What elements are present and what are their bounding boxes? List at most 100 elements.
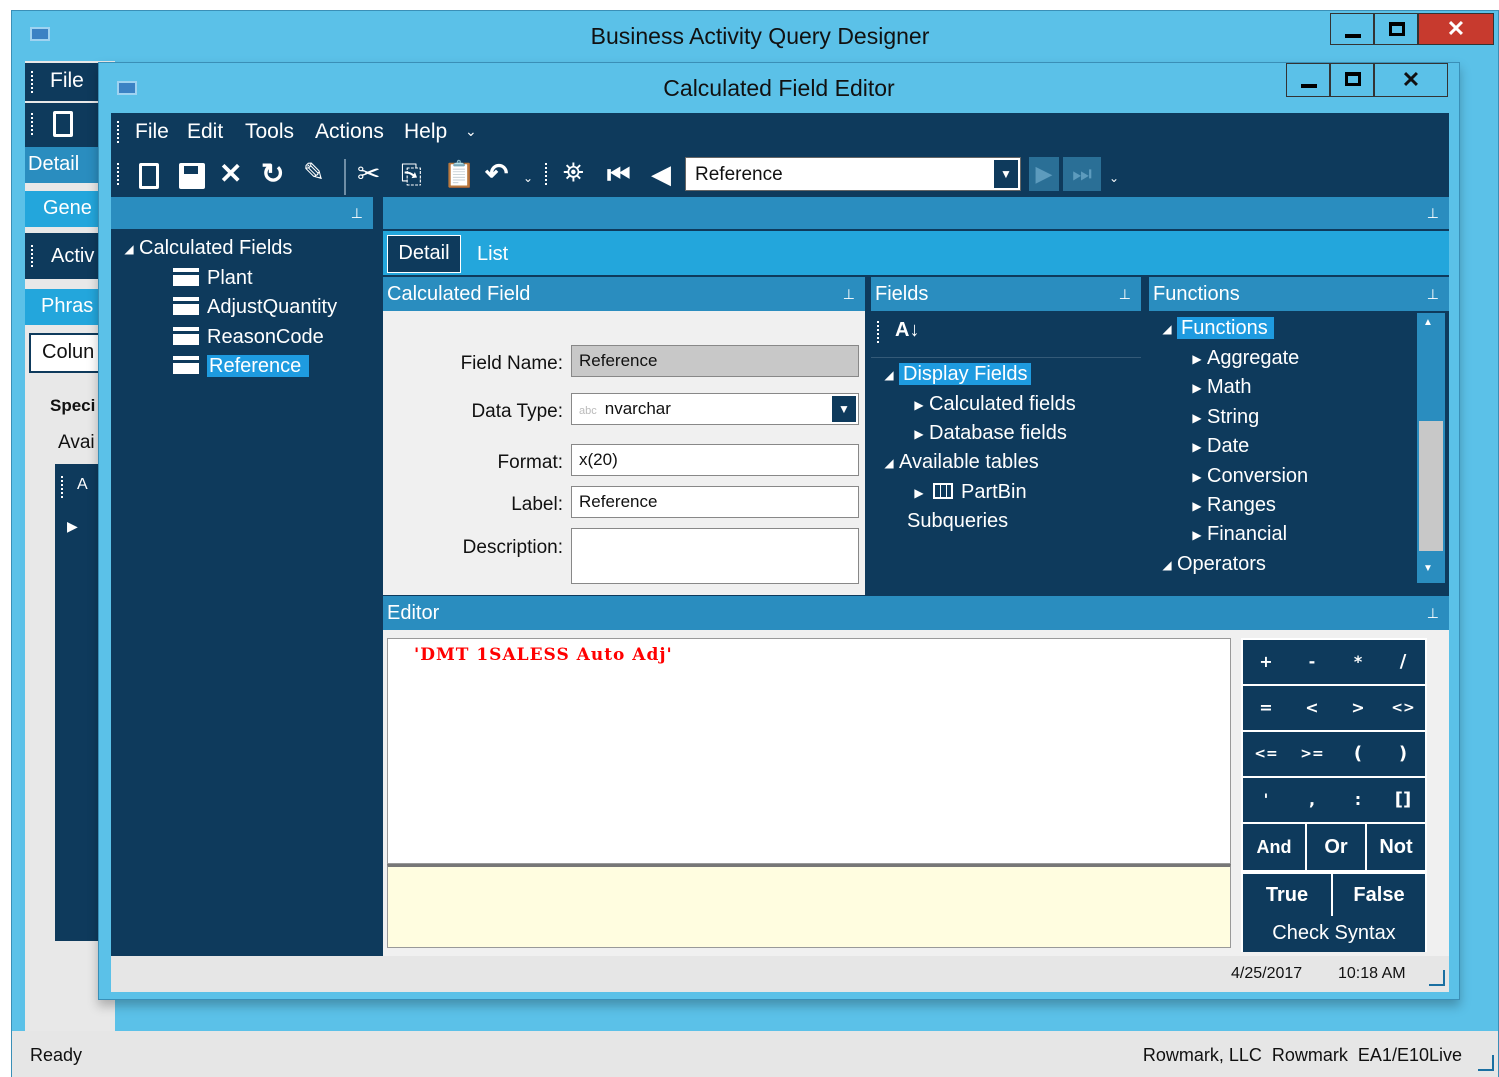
- function-aggregate[interactable]: ▶ Aggregate: [1187, 347, 1299, 370]
- menu-help[interactable]: Help: [404, 120, 447, 144]
- outer-maximize-button[interactable]: [1374, 13, 1418, 45]
- tree-root[interactable]: ◢ Calculated Fields: [119, 237, 292, 260]
- outer-menu-file[interactable]: File: [50, 69, 84, 93]
- key-quote[interactable]: ': [1243, 778, 1289, 822]
- inner-minimize-button[interactable]: [1286, 63, 1330, 97]
- outer-expand-icon[interactable]: ▶: [67, 518, 78, 535]
- fields-subqueries[interactable]: Subqueries: [907, 510, 1008, 533]
- functions-root[interactable]: ◢ Functions: [1157, 317, 1274, 340]
- inner-resize-grip[interactable]: [1429, 970, 1445, 986]
- key-less-equal[interactable]: <=: [1243, 732, 1289, 776]
- clear-icon[interactable]: ✎: [303, 157, 325, 188]
- refresh-icon[interactable]: ↻: [261, 157, 284, 190]
- sort-az-icon[interactable]: A↓: [895, 319, 919, 342]
- tree-pane-pin-icon[interactable]: ⊥: [351, 205, 363, 222]
- new-icon[interactable]: [139, 163, 159, 189]
- functions-operators[interactable]: ◢ Operators: [1157, 553, 1266, 576]
- tree-item-adjustquantity[interactable]: AdjustQuantity: [173, 296, 337, 319]
- collapse-icon[interactable]: ◢: [1157, 558, 1177, 572]
- expand-icon[interactable]: ▶: [1187, 381, 1207, 395]
- key-true[interactable]: True: [1243, 874, 1333, 916]
- function-financial[interactable]: ▶ Financial: [1187, 523, 1287, 546]
- fields-display-fields[interactable]: ◢ Display Fields: [879, 363, 1032, 386]
- outer-tab-phrases[interactable]: Phras: [41, 295, 93, 318]
- menu-edit[interactable]: Edit: [187, 120, 223, 144]
- outer-tab-detail[interactable]: Detail: [28, 153, 79, 176]
- data-type-arrow-icon[interactable]: ▼: [832, 396, 856, 422]
- key-false[interactable]: False: [1333, 874, 1425, 916]
- undo-icon[interactable]: ↶: [485, 157, 508, 190]
- tab-detail[interactable]: Detail: [387, 235, 461, 273]
- key-less-than[interactable]: <: [1289, 686, 1335, 730]
- data-type-select[interactable]: abc nvarchar ▼: [571, 393, 859, 425]
- key-not-equal[interactable]: <>: [1381, 686, 1425, 730]
- expand-icon[interactable]: ▶: [1187, 440, 1207, 454]
- expand-icon[interactable]: ▶: [909, 486, 929, 500]
- key-multiply[interactable]: *: [1335, 640, 1381, 684]
- key-minus[interactable]: -: [1289, 640, 1335, 684]
- outer-sort-icon[interactable]: A: [77, 476, 88, 494]
- scroll-down-icon[interactable]: ▼: [1423, 563, 1433, 574]
- menu-tools[interactable]: Tools: [245, 120, 294, 144]
- menu-overflow-icon[interactable]: ⌄: [465, 123, 477, 140]
- functions-scrollbar[interactable]: ▲ ▼: [1417, 313, 1445, 583]
- outer-new-icon[interactable]: [53, 111, 73, 137]
- function-date[interactable]: ▶ Date: [1187, 435, 1249, 458]
- key-brackets[interactable]: []: [1381, 778, 1425, 822]
- fields-pin-icon[interactable]: ⊥: [1119, 277, 1131, 311]
- outer-resize-grip[interactable]: [1478, 1055, 1494, 1071]
- fields-database[interactable]: ▶ Database fields: [909, 422, 1067, 445]
- functions-pin-icon[interactable]: ⊥: [1427, 277, 1439, 311]
- scroll-thumb[interactable]: [1419, 421, 1443, 551]
- fields-partbin[interactable]: ▶ PartBin: [909, 481, 1026, 504]
- main-pane-pin-icon[interactable]: ⊥: [1427, 205, 1439, 222]
- calc-field-pin-icon[interactable]: ⊥: [843, 277, 855, 311]
- key-greater-equal[interactable]: >=: [1289, 732, 1335, 776]
- inner-close-button[interactable]: ✕: [1374, 63, 1448, 97]
- code-editor[interactable]: 'DMT 1SALESS Auto Adj': [387, 638, 1231, 864]
- outer-tab-activity[interactable]: Activ: [51, 245, 94, 268]
- cut-icon[interactable]: ✂: [357, 157, 380, 190]
- outer-close-button[interactable]: ✕: [1418, 13, 1494, 45]
- collapse-icon[interactable]: ◢: [879, 368, 899, 382]
- description-input[interactable]: [571, 528, 859, 584]
- previous-record-icon[interactable]: ◀: [651, 159, 671, 190]
- menu-file[interactable]: File: [135, 120, 169, 144]
- key-equals[interactable]: =: [1243, 686, 1289, 730]
- expand-icon[interactable]: ▶: [909, 427, 929, 441]
- fields-available-tables[interactable]: ◢ Available tables: [879, 451, 1038, 474]
- save-icon[interactable]: [179, 163, 205, 189]
- tab-list[interactable]: List: [477, 243, 508, 266]
- tree-item-plant[interactable]: Plant: [173, 267, 253, 290]
- expand-icon[interactable]: ▶: [1187, 528, 1207, 542]
- inner-maximize-button[interactable]: [1330, 63, 1374, 97]
- key-comma[interactable]: ,: [1289, 778, 1335, 822]
- collapse-icon[interactable]: ◢: [879, 456, 899, 470]
- paste-icon[interactable]: 📋: [443, 159, 475, 190]
- key-close-paren[interactable]: ): [1381, 732, 1425, 776]
- expand-icon[interactable]: ▶: [909, 398, 929, 412]
- first-record-icon[interactable]: ⏮: [607, 159, 630, 191]
- expand-icon[interactable]: ▶: [1187, 470, 1207, 484]
- next-record-icon[interactable]: ▶: [1029, 157, 1059, 191]
- collapse-icon[interactable]: ◢: [1157, 322, 1177, 336]
- search-icon[interactable]: ⛯: [563, 157, 584, 189]
- outer-tab-general[interactable]: Gene: [43, 197, 92, 220]
- key-and[interactable]: And: [1243, 824, 1305, 870]
- tree-item-reference[interactable]: Reference: [173, 355, 310, 378]
- function-ranges[interactable]: ▶ Ranges: [1187, 494, 1276, 517]
- menu-actions[interactable]: Actions: [315, 120, 384, 144]
- expand-icon[interactable]: ▶: [1187, 411, 1207, 425]
- function-conversion[interactable]: ▶ Conversion: [1187, 465, 1308, 488]
- fields-calculated[interactable]: ▶ Calculated fields: [909, 393, 1075, 416]
- key-not[interactable]: Not: [1367, 824, 1425, 870]
- copy-icon[interactable]: ⎘: [401, 159, 422, 191]
- label-input[interactable]: Reference: [571, 486, 859, 518]
- expand-icon[interactable]: ▶: [1187, 499, 1207, 513]
- editor-pin-icon[interactable]: ⊥: [1427, 596, 1439, 630]
- scroll-up-icon[interactable]: ▲: [1423, 317, 1433, 328]
- check-syntax-button[interactable]: Check Syntax: [1243, 916, 1425, 952]
- key-or[interactable]: Or: [1305, 824, 1367, 870]
- record-combo[interactable]: Reference ▼: [685, 157, 1021, 191]
- outer-minimize-button[interactable]: [1330, 13, 1374, 45]
